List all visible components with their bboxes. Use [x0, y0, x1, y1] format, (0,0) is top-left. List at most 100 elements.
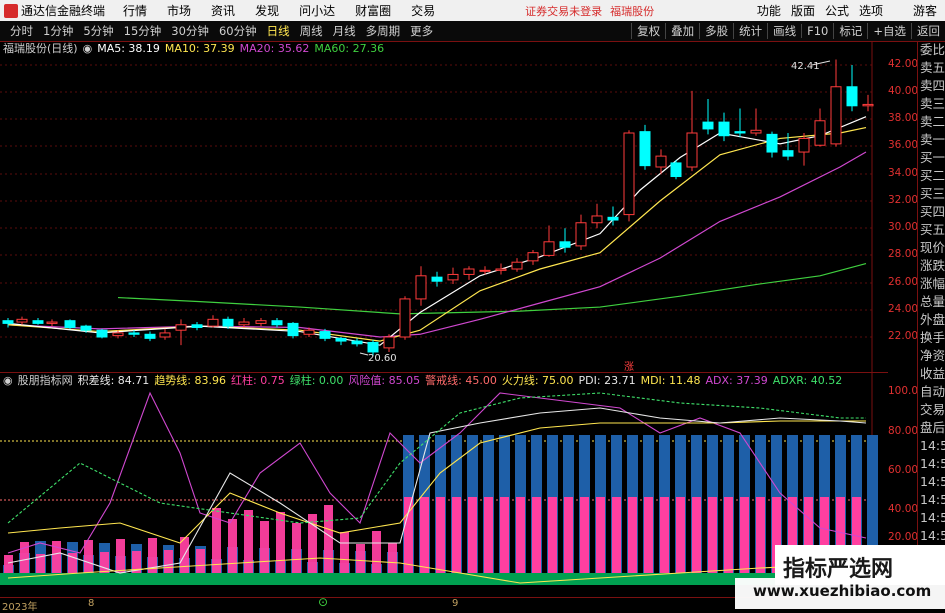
candle-down — [766, 133, 778, 153]
side-list-item[interactable]: 买五 — [918, 221, 945, 239]
side-list-item[interactable]: 卖四 — [918, 77, 945, 95]
indicator-pink-bar — [660, 497, 669, 585]
menu-item-jiaoyi[interactable]: 交易 — [411, 2, 435, 19]
menu-item-shichang[interactable]: 市场 — [167, 2, 191, 19]
period-multi[interactable]: 多周期 — [366, 23, 401, 39]
period-weekly[interactable]: 周线 — [300, 23, 323, 39]
candle-down — [319, 331, 331, 339]
menu-item-hangqing[interactable]: 行情 — [123, 2, 147, 19]
candle-down — [335, 337, 347, 342]
scroll-down-icon[interactable]: ⊙ — [318, 595, 328, 609]
side-list-item[interactable]: 14:56 — [918, 455, 945, 473]
side-list-item[interactable]: 净资 — [918, 347, 945, 365]
candle-up — [46, 321, 58, 324]
indicator-pink-bar — [468, 497, 477, 585]
candlestick-chart[interactable]: 42.41 20.60 涨 — [0, 41, 888, 372]
period-1min[interactable]: 1分钟 — [43, 23, 73, 39]
menu-item-zixun[interactable]: 资讯 — [211, 2, 235, 19]
btn-add-watch[interactable]: +自选 — [867, 23, 911, 39]
watermark: 指标严选网 www.xuezhibiao.com — [735, 550, 945, 609]
side-list-item[interactable]: 卖二 — [918, 113, 945, 131]
candle-up — [175, 324, 187, 331]
period-30min[interactable]: 30分钟 — [171, 23, 209, 39]
candle-up — [527, 252, 539, 262]
menu-gongshi[interactable]: 公式 — [825, 2, 849, 19]
watermark-url: www.xuezhibiao.com — [753, 582, 932, 600]
side-list-item[interactable]: 14:56 — [918, 491, 945, 509]
indicator-pink-bar — [628, 497, 637, 585]
period-15min[interactable]: 15分钟 — [124, 23, 162, 39]
indicator-value: MDI: 11.48 — [640, 374, 701, 387]
indicator-pink-bar — [596, 497, 605, 585]
btn-tongji[interactable]: 统计 — [733, 23, 767, 39]
side-list-item[interactable]: 现价 — [918, 239, 945, 257]
indicator-pink-bar — [516, 497, 525, 585]
low-price-label: 20.60 — [368, 353, 397, 364]
candle-down — [559, 241, 571, 248]
side-list-item[interactable]: 买一 — [918, 149, 945, 167]
menu-item-faxian[interactable]: 发现 — [255, 2, 279, 19]
indicator-pink-bar — [724, 497, 733, 585]
watermark-title: 指标严选网 — [779, 550, 898, 584]
side-list-item[interactable]: 收益 — [918, 365, 945, 383]
menu-banmian[interactable]: 版面 — [791, 2, 815, 19]
login-notice[interactable]: 证券交易未登录 — [525, 3, 602, 19]
btn-back[interactable]: 返回 — [911, 23, 945, 39]
period-daily[interactable]: 日线 — [267, 23, 290, 39]
indicator-tick: 80.00 — [888, 425, 919, 437]
candle-up — [686, 132, 698, 168]
candle-up — [112, 332, 124, 337]
side-list-item[interactable]: 买二 — [918, 167, 945, 185]
side-list-item[interactable]: 14:56 — [918, 437, 945, 455]
side-list-item[interactable]: 卖一 — [918, 131, 945, 149]
side-list-item[interactable]: 买四 — [918, 203, 945, 221]
period-monthly[interactable]: 月线 — [333, 23, 356, 39]
period-60min[interactable]: 60分钟 — [219, 23, 257, 39]
btn-diejia[interactable]: 叠加 — [665, 23, 699, 39]
btn-fuquan[interactable]: 复权 — [631, 23, 665, 39]
side-list-item[interactable]: 涨跌 — [918, 257, 945, 275]
side-list-item[interactable]: 盘后 — [918, 419, 945, 437]
price-tick: 28.00 — [888, 248, 919, 260]
side-list-item[interactable]: 卖三 — [918, 95, 945, 113]
menu-xuanxiang[interactable]: 选项 — [859, 2, 883, 19]
side-list-item[interactable]: 交易 — [918, 401, 945, 419]
side-list-item[interactable]: 14:56 — [918, 527, 945, 545]
indicator-name: 股朋指标网 — [17, 374, 73, 387]
indicator-value: 趋势线: 83.96 — [154, 374, 227, 387]
indicator-chart[interactable] — [0, 372, 888, 598]
candle-up — [255, 320, 267, 324]
candle-down — [191, 324, 203, 328]
candle-up — [447, 273, 459, 281]
side-list-item[interactable]: 14:56 — [918, 473, 945, 491]
candle-up — [655, 155, 667, 168]
indicator-settings-icon[interactable]: ◉ — [3, 374, 13, 387]
side-list-item[interactable]: 委比 — [918, 41, 945, 59]
side-list-item[interactable]: 换手 — [918, 329, 945, 347]
candle-down — [670, 162, 682, 178]
candle-down — [32, 320, 44, 324]
menu-gongneng[interactable]: 功能 — [757, 2, 781, 19]
side-list-item[interactable]: 卖五 — [918, 59, 945, 77]
guest-button[interactable]: 游客 — [913, 2, 937, 19]
period-fenshi[interactable]: 分时 — [10, 23, 33, 39]
side-list-item[interactable]: 涨幅 — [918, 275, 945, 293]
side-list-item[interactable]: 外盘 — [918, 311, 945, 329]
side-list-item[interactable]: 自动 — [918, 383, 945, 401]
period-5min[interactable]: 5分钟 — [83, 23, 113, 39]
btn-huaxian[interactable]: 画线 — [767, 23, 801, 39]
btn-f10[interactable]: F10 — [801, 24, 833, 38]
candle-up — [207, 318, 219, 327]
side-list-item[interactable]: 14:56 — [918, 509, 945, 527]
side-list-item[interactable]: 买三 — [918, 185, 945, 203]
menu-item-caifuquan[interactable]: 财富圈 — [355, 2, 391, 19]
candle-up — [495, 268, 507, 271]
candle-up — [575, 222, 587, 247]
menu-item-wenxiaoda[interactable]: 问小达 — [299, 2, 335, 19]
candle-down — [607, 216, 619, 221]
settings-circle-icon[interactable]: ◉ — [83, 42, 93, 55]
side-list-item[interactable]: 总量 — [918, 293, 945, 311]
btn-biaoji[interactable]: 标记 — [833, 23, 867, 39]
period-more[interactable]: 更多 — [410, 23, 433, 39]
btn-duogu[interactable]: 多股 — [699, 23, 733, 39]
